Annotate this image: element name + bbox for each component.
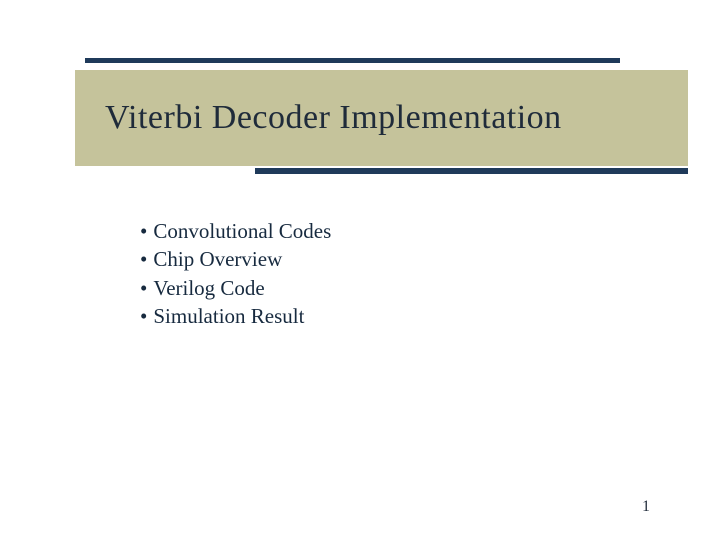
bullet-icon: • [140,303,147,330]
list-item: • Verilog Code [140,275,660,302]
bullet-text: Chip Overview [153,246,282,273]
title-top-rule [85,58,620,63]
page-number: 1 [642,498,650,516]
list-item: • Convolutional Codes [140,218,660,245]
bullet-text: Simulation Result [153,303,304,330]
title-container: Viterbi Decoder Implementation [75,70,688,166]
bullet-icon: • [140,275,147,302]
list-item: • Chip Overview [140,246,660,273]
slide-title: Viterbi Decoder Implementation [105,99,562,137]
title-bottom-rule [255,168,688,174]
bullet-icon: • [140,218,147,245]
bullet-icon: • [140,246,147,273]
bullet-text: Verilog Code [153,275,264,302]
bullet-list: • Convolutional Codes • Chip Overview • … [140,218,660,331]
bullet-text: Convolutional Codes [153,218,331,245]
list-item: • Simulation Result [140,303,660,330]
